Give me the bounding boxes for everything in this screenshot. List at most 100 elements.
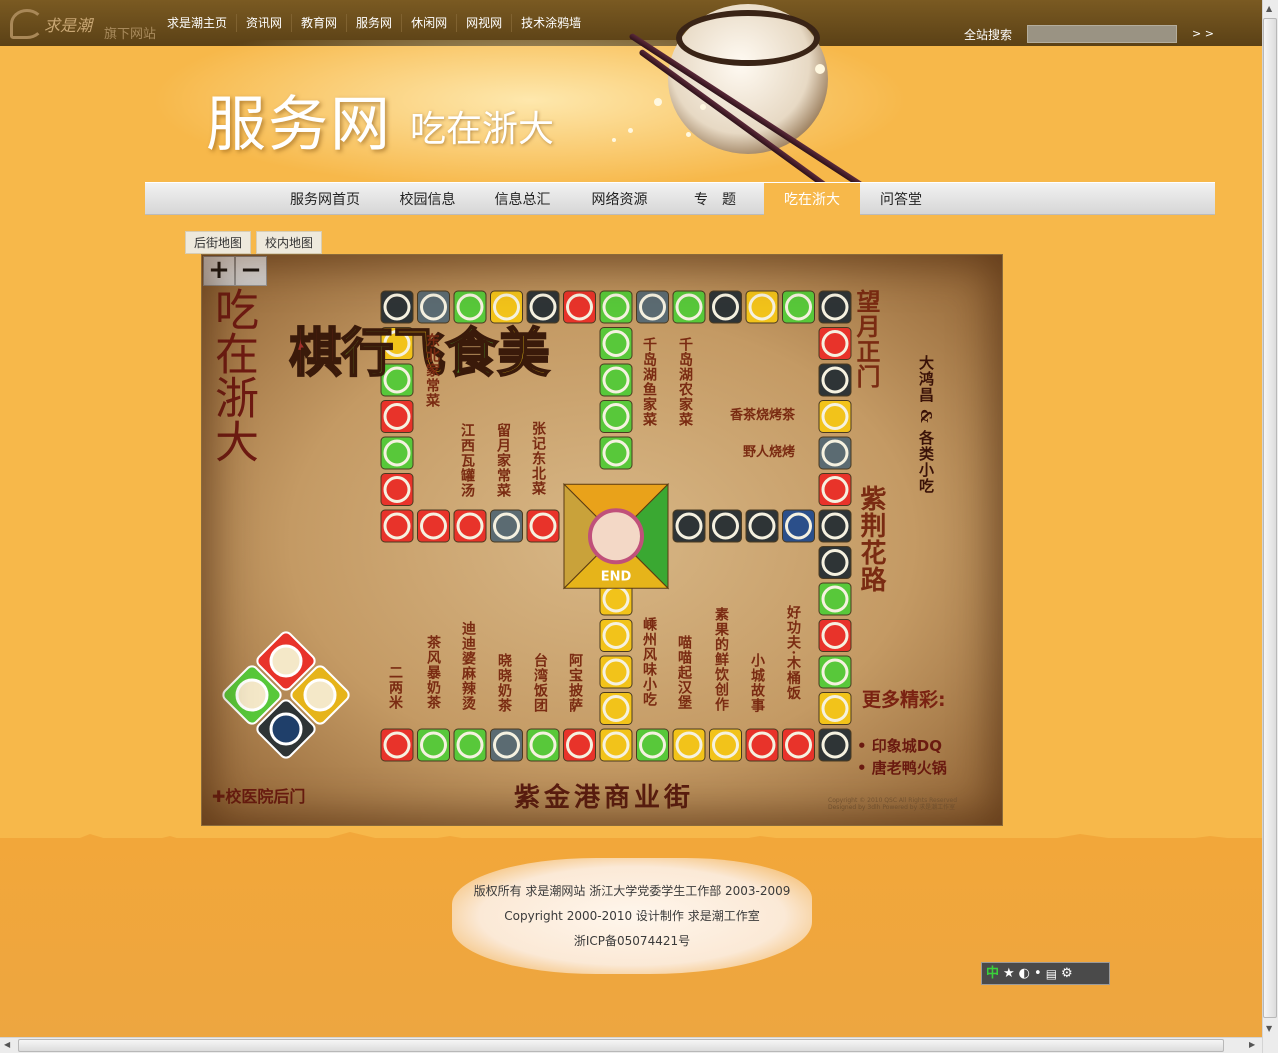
board-cell[interactable]	[818, 290, 852, 324]
board-cell[interactable]	[380, 436, 414, 470]
topnav-video[interactable]: 网视网	[456, 14, 511, 32]
board-cell[interactable]	[417, 728, 450, 762]
board-cell[interactable]	[380, 509, 414, 543]
board-cell[interactable]	[526, 290, 560, 324]
place-label[interactable]: 紫荆花路	[856, 485, 886, 593]
board-cell[interactable]	[599, 363, 633, 397]
board-cell[interactable]	[818, 692, 852, 725]
food-map[interactable]: END 吃在浙大 美 食 飞 行 棋 + − 东北家常菜 江西瓦罐汤 留月家常菜…	[201, 254, 1003, 826]
place-label[interactable]: 阿宝披萨	[567, 653, 583, 713]
board-cell[interactable]	[818, 436, 852, 470]
board-cell[interactable]	[380, 728, 414, 762]
board-cell[interactable]	[818, 546, 852, 579]
board-cell[interactable]	[490, 290, 523, 324]
board-cell[interactable]	[599, 400, 633, 433]
board-cell[interactable]	[818, 327, 852, 360]
place-label[interactable]: 好功夫·木桶饭	[785, 605, 801, 701]
board-cell[interactable]	[745, 728, 779, 762]
mainnav-campus-info[interactable]: 校园信息	[390, 183, 465, 216]
place-label[interactable]: 晓晓奶茶	[496, 653, 512, 713]
board-cell[interactable]	[818, 582, 852, 616]
board-cell[interactable]	[599, 436, 633, 470]
board-cell[interactable]	[599, 619, 633, 652]
end-tile[interactable]: END	[562, 483, 670, 590]
tab-campus-map[interactable]: 校内地图	[256, 231, 323, 254]
board-cell[interactable]	[672, 290, 706, 324]
mainnav-topics[interactable]: 专 题	[680, 183, 750, 216]
scroll-left-arrow-icon[interactable]: ◀	[4, 1040, 10, 1049]
place-label[interactable]: 台湾饭团	[532, 653, 548, 713]
board-cell[interactable]	[380, 473, 414, 506]
topnav-leisure[interactable]: 休闲网	[401, 14, 456, 32]
board-cell[interactable]	[818, 619, 852, 652]
hospital-gate-label[interactable]: ✚校医院后门	[212, 783, 305, 807]
place-label[interactable]: 喵喵起汉堡	[676, 635, 692, 710]
star-icon[interactable]: ★	[1003, 964, 1015, 984]
mainnav-eat-zju[interactable]: 吃在浙大	[764, 183, 860, 216]
mainnav-service-home[interactable]: 服务网首页	[280, 183, 370, 216]
board-cell[interactable]	[745, 290, 779, 324]
board-cell[interactable]	[563, 728, 596, 762]
place-label[interactable]: 小城故事	[749, 653, 765, 713]
board-cell[interactable]	[782, 290, 815, 324]
board-cell[interactable]	[526, 728, 560, 762]
board-cell[interactable]	[599, 728, 633, 762]
place-label[interactable]: 迪迪婆麻辣烫	[460, 621, 476, 711]
dots-icon[interactable]: •	[1034, 964, 1042, 984]
board-cell[interactable]	[745, 509, 779, 543]
board-cell[interactable]	[818, 473, 852, 506]
mainnav-qa[interactable]: 问答堂	[870, 183, 932, 216]
keyboard-icon[interactable]: ▤	[1046, 964, 1057, 984]
board-cell[interactable]	[818, 655, 852, 689]
site-logo[interactable]: 求是潮 旗下网站	[8, 6, 158, 42]
footer-icp[interactable]: 浙ICP备05074421号	[452, 932, 812, 949]
board-cell[interactable]	[490, 509, 523, 543]
board-cell[interactable]	[818, 728, 852, 762]
board-cell[interactable]	[672, 728, 706, 762]
zoom-out-button[interactable]: −	[235, 256, 267, 286]
ime-language-button[interactable]: 中	[986, 964, 999, 984]
horizontal-scroll-thumb[interactable]	[18, 1039, 1224, 1052]
board-cell[interactable]	[636, 290, 669, 324]
board-cell[interactable]	[599, 655, 633, 689]
topnav-home[interactable]: 求是潮主页	[158, 14, 236, 32]
place-label[interactable]: 二两米	[387, 665, 403, 710]
board-cell[interactable]	[453, 728, 487, 762]
board-cell[interactable]	[380, 290, 414, 324]
more-item-dq[interactable]: • 印象城DQ	[857, 735, 942, 756]
place-label[interactable]: 留月家常菜	[495, 423, 511, 498]
mainnav-info-summary[interactable]: 信息总汇	[485, 183, 560, 216]
place-label[interactable]: 野人烧烤	[743, 446, 795, 459]
place-label[interactable]: 大鸿昌 & 各类小吃	[917, 355, 935, 494]
place-label[interactable]: 张记东北菜	[530, 421, 546, 496]
topnav-news[interactable]: 资讯网	[236, 14, 291, 32]
place-label[interactable]: 东北家常菜	[424, 333, 440, 408]
search-input[interactable]	[1027, 25, 1177, 43]
topnav-graffiti[interactable]: 技术涂鸦墙	[511, 14, 590, 32]
search-button[interactable]: > >	[1192, 27, 1214, 40]
board-cell[interactable]	[818, 363, 852, 397]
place-label[interactable]: 江西瓦罐汤	[459, 423, 475, 498]
place-label[interactable]: 香茶烧烤茶	[730, 409, 795, 422]
board-cell[interactable]	[526, 509, 560, 543]
board-cell[interactable]	[453, 509, 487, 543]
board-cell[interactable]	[782, 509, 815, 543]
place-label[interactable]: 嵊州风味小吃	[641, 617, 657, 707]
topnav-service[interactable]: 服务网	[346, 14, 401, 32]
board-cell[interactable]	[782, 728, 815, 762]
place-label[interactable]: 素果的鲜饮创作	[713, 607, 729, 712]
board-cell[interactable]	[599, 290, 633, 324]
place-label[interactable]: 千岛湖鱼家菜	[641, 337, 657, 427]
board-cell[interactable]	[563, 290, 596, 324]
tab-backstreet-map[interactable]: 后街地图	[185, 231, 252, 254]
board-cell[interactable]	[818, 509, 852, 543]
topnav-education[interactable]: 教育网	[291, 14, 346, 32]
mainnav-net-resources[interactable]: 网络资源	[582, 183, 657, 216]
board-cell[interactable]	[709, 290, 742, 324]
board-cell[interactable]	[417, 290, 450, 324]
place-label[interactable]: 千岛湖农家菜	[677, 337, 693, 427]
vertical-scroll-thumb[interactable]	[1263, 18, 1277, 1018]
board-cell[interactable]	[636, 728, 669, 762]
gear-icon[interactable]: ⚙	[1061, 964, 1073, 984]
scroll-down-arrow-icon[interactable]: ▼	[1266, 1024, 1272, 1033]
